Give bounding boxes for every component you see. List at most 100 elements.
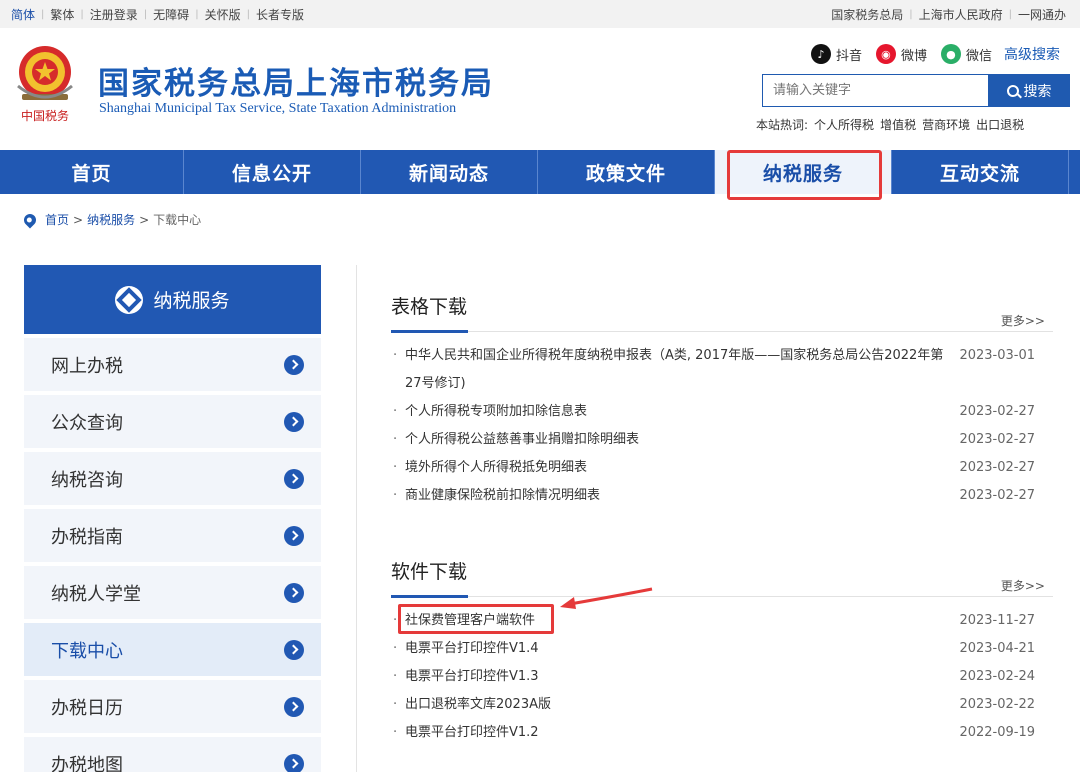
list-item-title[interactable]: 商业健康保险税前扣除情况明细表 <box>405 482 945 510</box>
list-item[interactable]: · 个人所得税专项附加扣除信息表 2023-02-27 <box>391 398 1053 426</box>
breadcrumb-separator: > <box>139 212 150 227</box>
sidebar-item-consult[interactable]: 纳税咨询 <box>24 452 321 505</box>
sidebar-item-label: 公众查询 <box>51 412 123 434</box>
link-shanghai-gov[interactable]: 上海市人民政府 <box>919 6 1003 23</box>
section-software-downloads: 软件下载 更多>> · 社保费管理客户端软件 2023-11-27 · 电票平台… <box>391 557 1053 747</box>
sidebar-item-guide[interactable]: 办税指南 <box>24 509 321 562</box>
list-item-title[interactable]: 电票平台打印控件V1.3 <box>405 663 945 691</box>
link-elderly-version[interactable]: 长者专版 <box>256 6 304 23</box>
download-list: · 中华人民共和国企业所得税年度纳税申报表（A类, 2017年版——国家税务总局… <box>391 342 1053 510</box>
search-input[interactable] <box>762 74 988 107</box>
tax-emblem-logo[interactable]: 中国税务 <box>12 42 78 124</box>
more-link[interactable]: 更多>> <box>1001 577 1045 594</box>
link-sat[interactable]: 国家税务总局 <box>831 6 903 23</box>
bullet: · <box>393 669 398 684</box>
section-underline <box>391 330 468 333</box>
social-wechat-label: 微信 <box>965 48 992 64</box>
more-link[interactable]: 更多>> <box>1001 312 1045 329</box>
breadcrumb-home[interactable]: 首页 <box>45 211 69 228</box>
breadcrumb-tax-service[interactable]: 纳税服务 <box>87 211 135 228</box>
hot-word[interactable]: 出口退税 <box>976 116 1024 133</box>
social-weibo[interactable]: ◉ 微博 <box>875 44 927 64</box>
chevron-right-icon <box>284 753 304 772</box>
list-item[interactable]: · 电票平台打印控件V1.4 2023-04-21 <box>391 635 1053 663</box>
sidebar-item-calendar[interactable]: 办税日历 <box>24 680 321 733</box>
list-item[interactable]: · 出口退税率文库2023A版 2023-02-22 <box>391 691 1053 719</box>
link-simplified[interactable]: 简体 <box>11 6 35 23</box>
nav-news[interactable]: 新闻动态 <box>361 150 538 194</box>
separator: | <box>41 9 45 20</box>
list-item-title[interactable]: 电票平台打印控件V1.2 <box>405 719 945 747</box>
bullet: · <box>393 404 398 419</box>
sidebar-item-online-tax[interactable]: 网上办税 <box>24 338 321 391</box>
section-header: 软件下载 更多>> <box>391 557 1053 598</box>
list-item-title[interactable]: 电票平台打印控件V1.4 <box>405 635 945 663</box>
list-item-date: 2023-03-01 <box>959 348 1035 363</box>
list-item-title[interactable]: 境外所得个人所得税抵免明细表 <box>405 454 945 482</box>
site-header: 中国税务 国家税务总局上海市税务局 Shanghai Municipal Tax… <box>0 28 1080 150</box>
separator: | <box>909 9 913 20</box>
list-item[interactable]: · 电票平台打印控件V1.3 2023-02-24 <box>391 663 1053 691</box>
list-item-title[interactable]: 个人所得税专项附加扣除信息表 <box>405 398 945 426</box>
list-item-title[interactable]: 出口退税率文库2023A版 <box>405 691 945 719</box>
chevron-right-icon <box>284 411 304 432</box>
sidebar-item-school[interactable]: 纳税人学堂 <box>24 566 321 619</box>
top-right-links: 国家税务总局 | 上海市人民政府 | 一网通办 <box>831 6 1066 23</box>
site-title-cn[interactable]: 国家税务总局上海市税务局 <box>98 58 494 103</box>
sidebar-item-download-center[interactable]: 下载中心 <box>24 623 321 676</box>
hot-word[interactable]: 个人所得税 <box>814 116 874 133</box>
breadcrumb-current: 下载中心 <box>153 213 202 227</box>
sidebar-item-label: 办税日历 <box>51 697 123 719</box>
sidebar-item-label: 办税指南 <box>51 526 123 548</box>
nav-info-disclosure[interactable]: 信息公开 <box>184 150 361 194</box>
hot-word[interactable]: 增值税 <box>880 116 916 133</box>
bullet: · <box>393 348 398 363</box>
emblem-caption: 中国税务 <box>21 108 69 123</box>
sidebar-item-map[interactable]: 办税地图 <box>24 737 321 772</box>
list-item-date: 2023-02-27 <box>959 488 1035 503</box>
social-wechat[interactable]: ● 微信 <box>940 44 992 64</box>
list-item[interactable]: · 个人所得税公益慈善事业捐赠扣除明细表 2023-02-27 <box>391 426 1053 454</box>
list-item[interactable]: · 电票平台打印控件V1.2 2022-09-19 <box>391 719 1053 747</box>
social-douyin[interactable]: ♪ 抖音 <box>810 44 862 64</box>
bullet: · <box>393 432 398 447</box>
site-title-en: Shanghai Municipal Tax Service, State Ta… <box>99 101 457 116</box>
list-item-title[interactable]: 中华人民共和国企业所得税年度纳税申报表（A类, 2017年版——国家税务总局公告… <box>405 342 945 398</box>
douyin-icon: ♪ <box>810 44 831 64</box>
bullet: · <box>393 697 398 712</box>
search-button[interactable]: 搜索 <box>988 74 1070 107</box>
nav-policy[interactable]: 政策文件 <box>538 150 715 194</box>
advanced-search-link[interactable]: 高级搜索 <box>1004 44 1060 64</box>
list-item[interactable]: · 境外所得个人所得税抵免明细表 2023-02-27 <box>391 454 1053 482</box>
wechat-icon: ● <box>940 44 961 64</box>
list-item[interactable]: · 社保费管理客户端软件 2023-11-27 <box>391 604 1053 635</box>
hot-word[interactable]: 营商环境 <box>922 116 970 133</box>
list-item-date: 2023-11-27 <box>959 613 1035 628</box>
location-pin-icon <box>21 211 39 228</box>
nav-interaction[interactable]: 互动交流 <box>892 150 1069 194</box>
chevron-right-icon <box>284 525 304 546</box>
highlight-box <box>398 604 554 634</box>
sidebar-item-label: 网上办税 <box>51 355 123 377</box>
breadcrumb: 首页 > 纳税服务 > 下载中心 <box>21 211 202 228</box>
download-list: · 社保费管理客户端软件 2023-11-27 · 电票平台打印控件V1.4 2… <box>391 604 1053 747</box>
nav-home[interactable]: 首页 <box>0 150 184 194</box>
link-care-version[interactable]: 关怀版 <box>205 6 241 23</box>
section-underline <box>391 595 468 598</box>
link-one-net-service[interactable]: 一网通办 <box>1018 6 1066 23</box>
sidebar-item-public-query[interactable]: 公众查询 <box>24 395 321 448</box>
link-accessibility[interactable]: 无障碍 <box>153 6 189 23</box>
list-item-date: 2023-02-24 <box>959 669 1035 684</box>
list-item-title[interactable]: 个人所得税公益慈善事业捐赠扣除明细表 <box>405 426 945 454</box>
separator: | <box>1008 9 1012 20</box>
link-traditional[interactable]: 繁体 <box>50 6 74 23</box>
column-divider <box>356 265 357 772</box>
section-header: 表格下载 更多>> <box>391 292 1053 333</box>
annotation-arrow <box>560 587 653 609</box>
search-icon <box>1006 84 1019 97</box>
nav-tax-service[interactable]: 纳税服务 <box>715 150 892 200</box>
search-bar: 搜索 <box>762 74 1070 107</box>
list-item[interactable]: · 商业健康保险税前扣除情况明细表 2023-02-27 <box>391 482 1053 510</box>
list-item[interactable]: · 中华人民共和国企业所得税年度纳税申报表（A类, 2017年版——国家税务总局… <box>391 342 1053 398</box>
link-register-login[interactable]: 注册登录 <box>90 6 138 23</box>
